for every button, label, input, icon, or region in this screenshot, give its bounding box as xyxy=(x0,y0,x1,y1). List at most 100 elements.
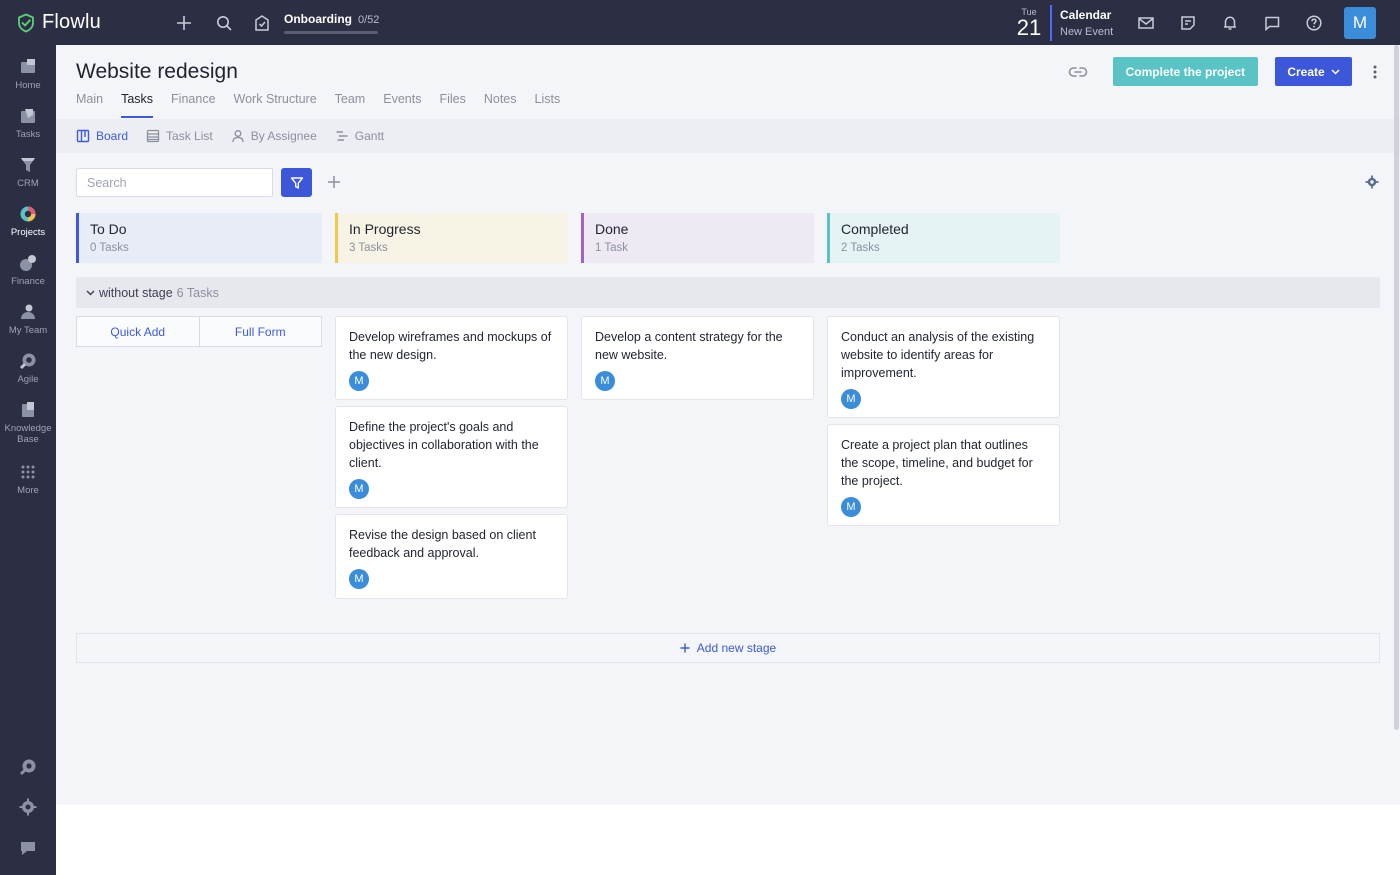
quick-add-button[interactable]: Quick Add xyxy=(77,317,199,346)
sidebar-item-knowledge-base[interactable]: Knowledge Base xyxy=(0,400,56,445)
full-form-button[interactable]: Full Form xyxy=(198,317,322,346)
link-icon[interactable] xyxy=(1067,61,1089,83)
chevron-down-icon xyxy=(1331,68,1340,75)
task-title: Conduct an analysis of the existing webs… xyxy=(841,330,1035,380)
top-bar: Flowlu Onboarding 0/52 Tue 21 Calendar N… xyxy=(0,0,1400,45)
add-new-stage-label: Add new stage xyxy=(696,641,777,655)
project-tabs: Main Tasks Finance Work Structure Team Events… xyxy=(76,92,578,118)
tab-team[interactable]: Team xyxy=(335,92,366,118)
calendar-separator xyxy=(1050,4,1052,41)
sidebar-feedback-button[interactable] xyxy=(0,838,56,858)
tab-events[interactable]: Events xyxy=(383,92,421,118)
sidebar-item-more[interactable]: More xyxy=(0,462,56,496)
tab-finance[interactable]: Finance xyxy=(171,92,215,118)
assignee-avatar[interactable]: M xyxy=(349,569,369,589)
sidebar-item-label: My Team xyxy=(8,325,48,336)
page-title: Website redesign xyxy=(76,60,238,83)
sidebar-item-tasks[interactable]: Tasks xyxy=(0,106,56,140)
page-scrollbar[interactable] xyxy=(1394,45,1399,730)
sidebar: Home Tasks CRM Projects Finance My Team … xyxy=(0,45,56,875)
create-button[interactable]: Create xyxy=(1275,57,1352,86)
onboarding-icon[interactable] xyxy=(248,9,276,37)
add-icon[interactable] xyxy=(170,9,198,37)
view-board[interactable]: Board xyxy=(76,129,128,143)
onboarding-progress[interactable]: Onboarding 0/52 xyxy=(284,12,379,34)
sidebar-item-finance[interactable]: Finance xyxy=(0,253,56,287)
add-task-icon[interactable] xyxy=(322,170,346,194)
assignee-avatar[interactable]: M xyxy=(841,497,861,517)
tab-notes[interactable]: Notes xyxy=(484,92,517,118)
projects-icon xyxy=(20,206,36,222)
support-icon xyxy=(19,759,36,776)
filter-icon xyxy=(290,176,303,189)
notes-icon[interactable] xyxy=(1174,9,1202,37)
sidebar-item-crm[interactable]: CRM xyxy=(0,155,56,189)
tasks-icon xyxy=(21,109,35,123)
tab-lists[interactable]: Lists xyxy=(535,92,561,118)
help-icon[interactable] xyxy=(1300,9,1328,37)
task-card[interactable]: Conduct an analysis of the existing webs… xyxy=(827,316,1060,418)
tab-work-structure[interactable]: Work Structure xyxy=(234,92,317,118)
stage-header-completed[interactable]: Completed 2 Tasks xyxy=(827,213,1060,263)
board-settings-icon[interactable] xyxy=(1362,172,1382,192)
stage-name: To Do xyxy=(90,221,127,237)
sidebar-support-button[interactable] xyxy=(0,757,56,777)
stage-task-count: 1 Task xyxy=(595,242,629,254)
stage-header-in-progress[interactable]: In Progress 3 Tasks xyxy=(335,213,568,263)
task-card[interactable]: Revise the design based on client feedba… xyxy=(335,514,568,599)
app-name: Flowlu xyxy=(42,11,101,33)
gantt-icon xyxy=(336,131,348,141)
sidebar-item-label: More xyxy=(17,485,39,496)
view-task-list-label: Task List xyxy=(166,129,213,143)
view-task-list[interactable]: Task List xyxy=(146,129,213,143)
bell-icon[interactable] xyxy=(1216,9,1244,37)
stage-header-done[interactable]: Done 1 Task xyxy=(581,213,814,263)
group-without-stage[interactable]: without stage 6 Tasks xyxy=(76,277,1380,308)
create-button-label: Create xyxy=(1287,64,1325,79)
sidebar-item-my-team[interactable]: My Team xyxy=(0,302,56,336)
task-card[interactable]: Develop wireframes and mockups of the ne… xyxy=(335,316,568,400)
sidebar-item-home[interactable]: Home xyxy=(0,57,56,91)
calendar-new-event[interactable]: New Event xyxy=(1060,26,1113,38)
sidebar-item-agile[interactable]: Agile xyxy=(0,351,56,385)
more-options-icon[interactable] xyxy=(1363,57,1387,86)
assignee-avatar[interactable]: M xyxy=(595,371,615,391)
stage-header-to-do[interactable]: To Do 0 Tasks xyxy=(76,213,322,263)
quick-add-panel: Quick Add Full Form xyxy=(76,316,322,347)
calendar-widget[interactable]: Tue 21 Calendar New Event xyxy=(1014,0,1113,45)
sidebar-settings-button[interactable] xyxy=(0,797,56,817)
onboarding-count: 0/52 xyxy=(358,13,380,26)
crm-icon xyxy=(21,158,35,172)
stage-task-count: 2 Tasks xyxy=(841,242,880,254)
view-board-label: Board xyxy=(96,129,129,143)
search-icon[interactable] xyxy=(210,9,238,37)
view-gantt[interactable]: Gantt xyxy=(335,129,384,143)
sidebar-item-projects[interactable]: Projects xyxy=(0,204,56,238)
tab-tasks[interactable]: Tasks xyxy=(121,92,153,118)
task-card[interactable]: Create a project plan that outlines the … xyxy=(827,424,1060,526)
view-by-assignee[interactable]: By Assignee xyxy=(231,129,317,143)
assignee-avatar[interactable]: M xyxy=(349,371,369,391)
group-task-count: 6 Tasks xyxy=(176,285,219,300)
chevron-down-icon xyxy=(86,290,95,295)
filter-button[interactable] xyxy=(281,168,312,197)
task-card[interactable]: Develop a content strategy for the new w… xyxy=(581,316,814,400)
logo[interactable]: Flowlu xyxy=(16,11,166,34)
tab-main[interactable]: Main xyxy=(76,92,103,118)
tab-files[interactable]: Files xyxy=(439,92,465,118)
chat-icon[interactable] xyxy=(1258,9,1286,37)
task-card[interactable]: Define the project's goals and objective… xyxy=(335,406,568,508)
sidebar-item-label: CRM xyxy=(17,178,39,189)
onboarding-title: Onboarding xyxy=(284,11,352,26)
user-avatar[interactable]: M xyxy=(1344,6,1376,39)
assignee-avatar[interactable]: M xyxy=(841,389,861,409)
assignee-avatar[interactable]: M xyxy=(349,479,369,499)
complete-project-button[interactable]: Complete the project xyxy=(1112,57,1258,86)
mail-icon[interactable] xyxy=(1132,9,1160,37)
add-new-stage-button[interactable]: Add new stage xyxy=(76,633,1380,663)
search-input[interactable] xyxy=(76,168,273,197)
plus-icon xyxy=(680,643,690,653)
task-title: Define the project's goals and objective… xyxy=(349,420,539,470)
main-content: Website redesign Main Tasks Finance Work St… xyxy=(56,45,1400,805)
knowledge-base-icon xyxy=(22,402,34,417)
